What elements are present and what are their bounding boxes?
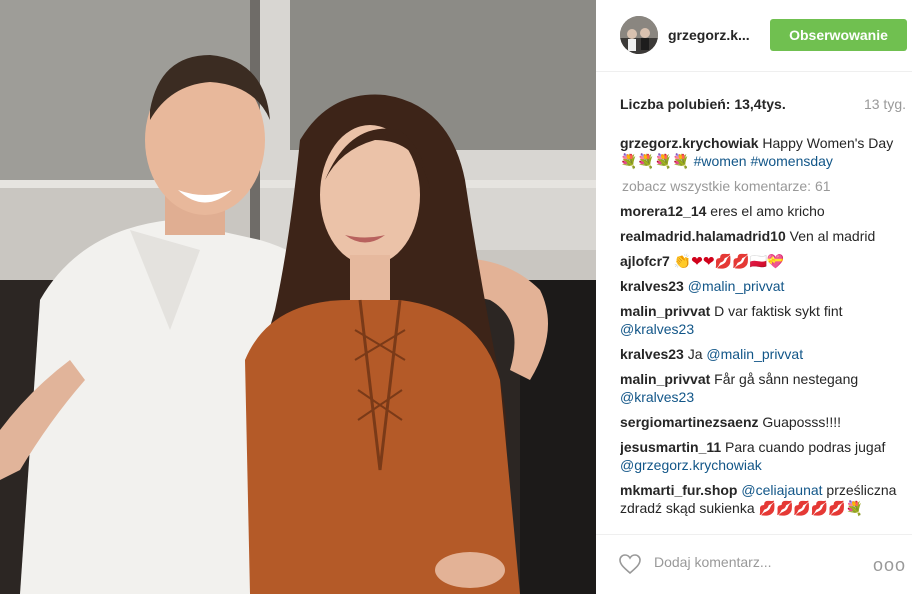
comments-list: grzegorz.krychowiak Happy Women's Day 💐💐…	[620, 134, 904, 530]
caption-username[interactable]: grzegorz.krychowiak	[620, 135, 759, 151]
comment-item: malin_privvat D var faktisk sykt fint @k…	[620, 302, 904, 338]
comment-text: 👏❤❤💋💋🇵🇱💝	[669, 253, 785, 269]
comment-username[interactable]: mkmarti_fur.shop	[620, 482, 737, 498]
avatar[interactable]	[620, 16, 658, 54]
comment-text: Får gå sånn nestegang	[710, 371, 859, 387]
comment-item: kralves23 Ja @malin_privvat	[620, 345, 904, 363]
post-side-panel: grzegorz.k... Obserwowanie Liczba polubi…	[596, 0, 912, 594]
post-header: grzegorz.k... Obserwowanie	[596, 0, 912, 72]
comment-username[interactable]: kralves23	[620, 278, 684, 294]
comment-item: realmadrid.halamadrid10 Ven al madrid	[620, 227, 904, 245]
hashtag-women[interactable]: #women	[694, 153, 747, 169]
comment-item: morera12_14 eres el amo kricho	[620, 202, 904, 220]
comment-username[interactable]: kralves23	[620, 346, 684, 362]
likes-count[interactable]: Liczba polubień: 13,4tys.	[620, 96, 786, 112]
comment-mention[interactable]: @malin_privvat	[706, 346, 803, 362]
comment-username[interactable]: malin_privvat	[620, 303, 710, 319]
comment-item: sergiomartinezsaenz Guaposss!!!!	[620, 413, 904, 431]
comment-username[interactable]: morera12_14	[620, 203, 706, 219]
comment-mention[interactable]: @kralves23	[620, 389, 694, 405]
comment-username[interactable]: malin_privvat	[620, 371, 710, 387]
caption-text: Happy Women's Day	[758, 135, 894, 151]
follow-button[interactable]: Obserwowanie	[770, 19, 907, 51]
heart-outline-icon[interactable]	[618, 553, 642, 575]
comment-text: Guaposss!!!!	[758, 414, 841, 430]
post-photo[interactable]	[0, 0, 596, 594]
comment-item: mkmarti_fur.shop @celiajaunat prześliczn…	[620, 481, 904, 517]
comment-text: Ven al madrid	[785, 228, 876, 244]
post-footer: ooo	[596, 534, 912, 594]
comment-mention[interactable]: @grzegorz.krychowiak	[620, 457, 762, 473]
comment-mention[interactable]: @malin_privvat	[688, 278, 785, 294]
post-time[interactable]: 13 tyg.	[864, 96, 906, 112]
photo-illustration	[0, 0, 596, 594]
hashtag-womensday[interactable]: #womensday	[750, 153, 833, 169]
view-all-comments[interactable]: zobacz wszystkie komentarze: 61	[622, 177, 904, 195]
comment-username[interactable]: jesusmartin_11	[620, 439, 721, 455]
comment-text: Para cuando podras jugaf	[721, 439, 886, 455]
caption: grzegorz.krychowiak Happy Women's Day 💐💐…	[620, 134, 904, 170]
avatar-image	[620, 16, 658, 54]
comment-text: eres el amo kricho	[706, 203, 825, 219]
post-username[interactable]: grzegorz.k...	[668, 27, 750, 43]
comment-item: jesusmartin_11 Para cuando podras jugaf …	[620, 438, 904, 474]
more-options-icon[interactable]: ooo	[873, 555, 906, 576]
comment-text: D var faktisk sykt fint	[710, 303, 843, 319]
comment-mention[interactable]: @celiajaunat	[741, 482, 822, 498]
comment-emojis: 💋💋💋💋💋💐	[758, 500, 864, 516]
comment-username[interactable]: ajlofcr7	[620, 253, 670, 269]
comment-text: Ja	[683, 346, 707, 362]
comment-mention[interactable]: @kralves23	[620, 321, 694, 337]
comment-username[interactable]: sergiomartinezsaenz	[620, 414, 759, 430]
comment-item: malin_privvat Får gå sånn nestegang @kra…	[620, 370, 904, 406]
comment-username[interactable]: realmadrid.halamadrid10	[620, 228, 786, 244]
comment-item: ajlofcr7 👏❤❤💋💋🇵🇱💝	[620, 252, 904, 270]
add-comment-input[interactable]	[654, 554, 854, 570]
caption-emojis: 💐💐💐💐	[620, 153, 690, 169]
comment-item: kralves23 @malin_privvat	[620, 277, 904, 295]
